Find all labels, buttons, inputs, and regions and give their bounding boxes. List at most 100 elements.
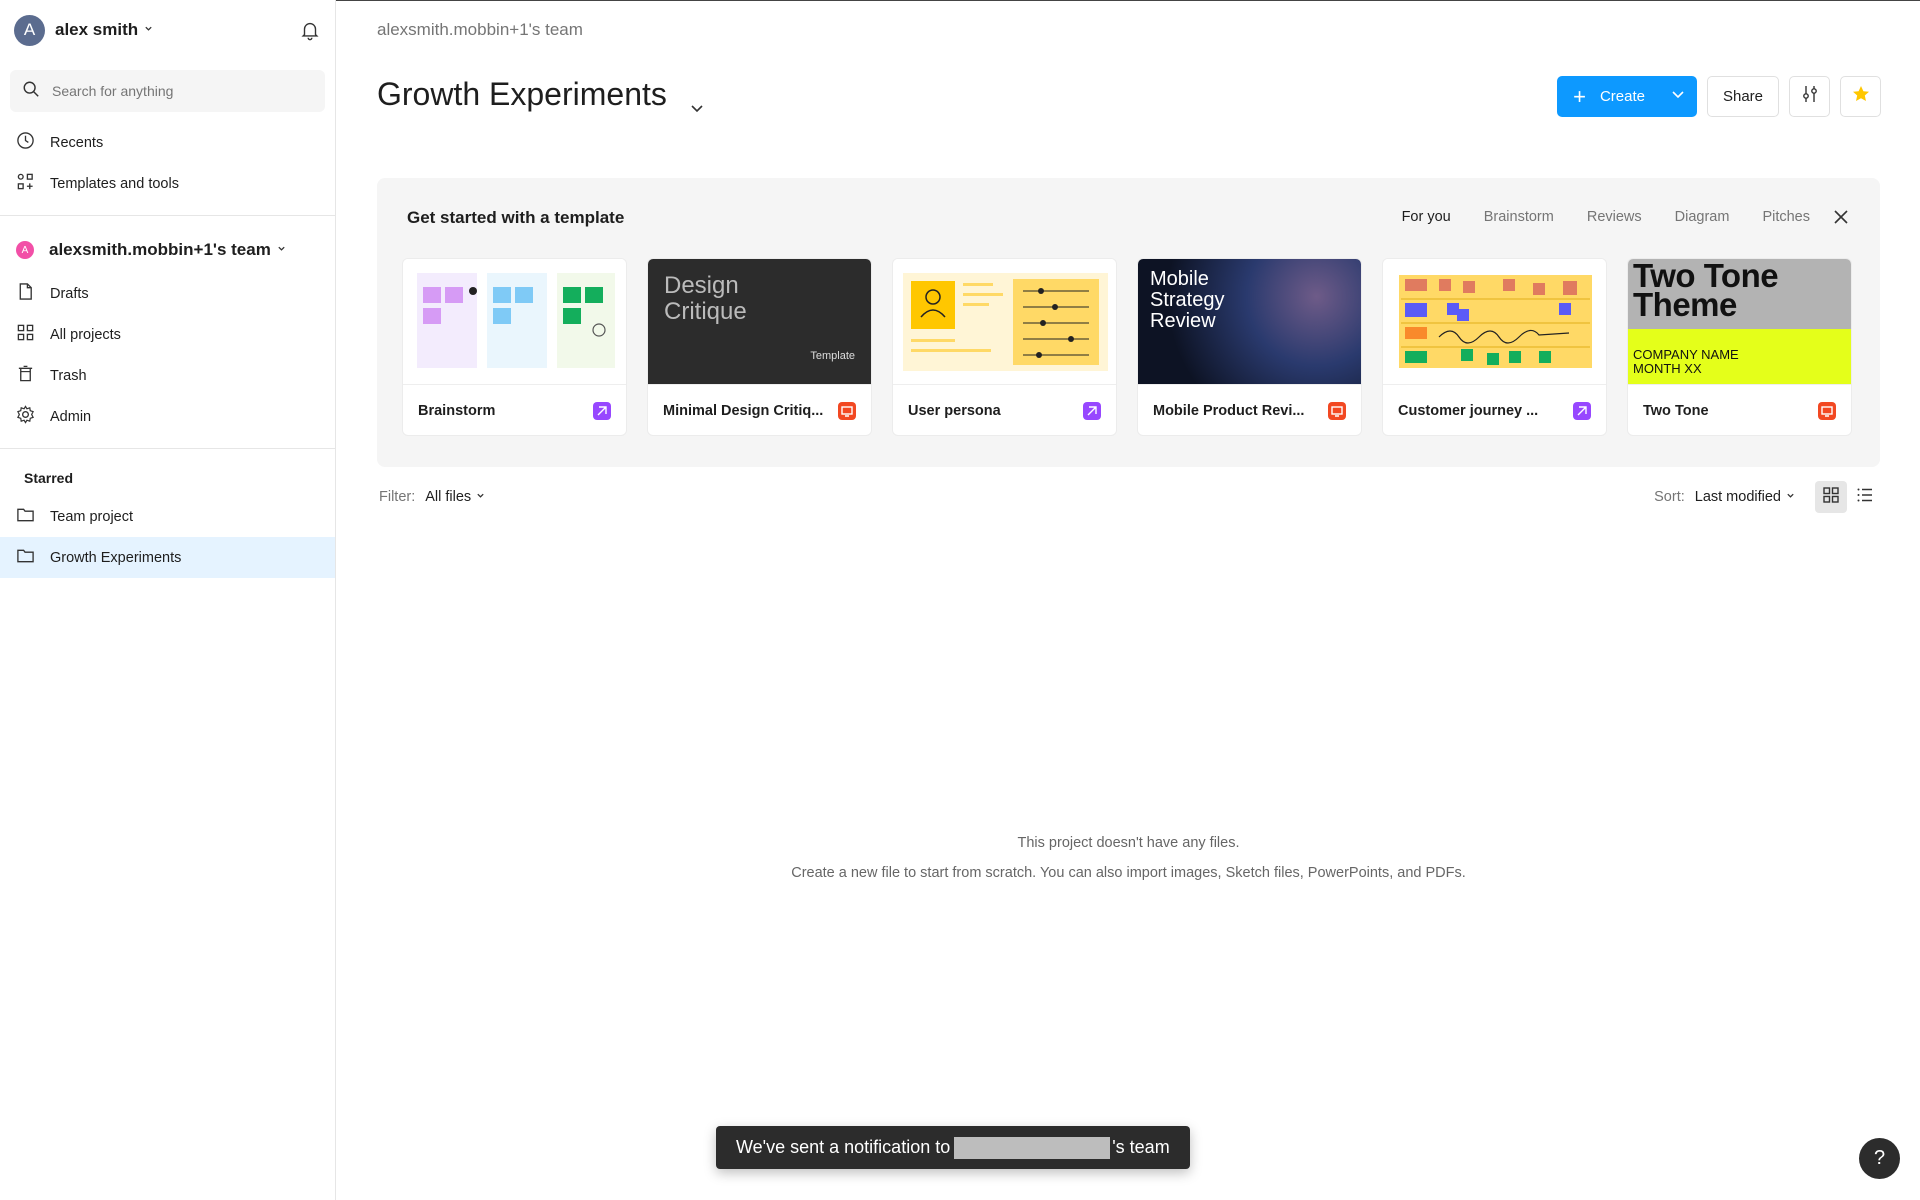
nav-item-trash[interactable]: Trash <box>0 355 335 396</box>
nav-item-recents[interactable]: Recents <box>0 122 335 163</box>
tab-diagram[interactable]: Diagram <box>1675 209 1730 225</box>
list-view-button[interactable] <box>1849 481 1881 513</box>
filter-value: All files <box>425 489 472 505</box>
starred-item-growth-experiments[interactable]: Growth Experiments <box>0 537 335 578</box>
toolbar: + Create Share <box>1557 76 1881 117</box>
team-switcher[interactable]: A alexsmith.mobbin+1's team <box>0 227 335 273</box>
thumbnail-subtitle: Template <box>810 350 855 362</box>
template-panel: Get started with a template For you Brai… <box>377 178 1880 467</box>
template-name: Mobile Product Revi... <box>1153 403 1305 419</box>
tab-pitches[interactable]: Pitches <box>1762 209 1810 225</box>
slides-icon <box>1818 402 1836 420</box>
template-thumbnail <box>1383 259 1606 384</box>
clock-icon <box>16 131 35 154</box>
file-icon <box>16 282 35 305</box>
starred-section-title: Starred <box>24 470 74 486</box>
notification-toast: We've sent a notification to 's team <box>716 1126 1190 1169</box>
star-icon <box>1851 84 1871 109</box>
thumbnail-subtitle: COMPANY NAME MONTH XX <box>1633 347 1739 376</box>
bell-icon[interactable] <box>299 19 321 41</box>
sort-label: Sort: <box>1654 489 1685 505</box>
search-icon <box>22 80 40 103</box>
template-card-footer: Mobile Product Revi... <box>1138 384 1361 435</box>
slides-icon <box>1328 402 1346 420</box>
close-icon[interactable] <box>1832 208 1850 226</box>
search-input[interactable] <box>52 83 302 99</box>
nav-item-admin[interactable]: Admin <box>0 396 335 437</box>
tab-reviews[interactable]: Reviews <box>1587 209 1642 225</box>
template-panel-title: Get started with a template <box>407 208 625 227</box>
sort-control: Sort: Last modified <box>1654 481 1881 513</box>
filter-control[interactable]: Filter: All files <box>379 489 485 505</box>
thumbnail-title: Two Tone Theme <box>1633 259 1779 323</box>
sliders-icon <box>1800 84 1820 109</box>
star-button[interactable] <box>1840 76 1881 117</box>
chevron-down-icon <box>1786 491 1795 503</box>
template-card-two-tone[interactable]: Two Tone Theme COMPANY NAME MONTH XX Two… <box>1627 258 1852 436</box>
nav-item-label: Admin <box>50 408 92 425</box>
template-card-brainstorm[interactable]: Brainstorm <box>402 258 627 436</box>
template-thumbnail: Mobile Strategy Review <box>1138 259 1361 384</box>
figjam-icon <box>1083 402 1101 420</box>
template-card-footer: Two Tone <box>1628 384 1851 435</box>
template-card-footer: User persona <box>893 384 1116 435</box>
tab-brainstorm[interactable]: Brainstorm <box>1484 209 1554 225</box>
empty-state-title: This project doesn't have any files. <box>1017 835 1240 851</box>
user-avatar: A <box>14 14 45 46</box>
help-button[interactable]: ? <box>1859 1138 1900 1179</box>
create-main[interactable]: + Create <box>1557 76 1659 117</box>
search-bar[interactable] <box>10 70 325 112</box>
slides-icon <box>838 402 856 420</box>
chevron-down-icon <box>1671 87 1685 106</box>
chevron-down-icon <box>277 244 286 256</box>
sidebar: A alex smith Recents Templates and tools… <box>0 0 336 1200</box>
filter-label: Filter: <box>379 489 416 505</box>
grid-view-button[interactable] <box>1815 481 1847 513</box>
team-name: alexsmith.mobbin+1's team <box>49 240 271 259</box>
sort-value[interactable]: Last modified <box>1695 489 1781 505</box>
create-dropdown-button[interactable] <box>1659 76 1697 117</box>
tab-for-you[interactable]: For you <box>1402 209 1451 225</box>
template-name: Brainstorm <box>418 403 496 419</box>
nav-item-all-projects[interactable]: All projects <box>0 314 335 355</box>
template-card-footer: Minimal Design Critiq... <box>648 384 871 435</box>
template-name: User persona <box>908 403 1001 419</box>
share-button[interactable]: Share <box>1706 76 1779 117</box>
breadcrumb[interactable]: alexsmith.mobbin+1's team <box>377 20 583 40</box>
toast-prefix: We've sent a notification to <box>736 1137 951 1157</box>
empty-state-description: Create a new file to start from scratch.… <box>791 865 1466 881</box>
template-card-design-critique[interactable]: Design Critique Template Minimal Design … <box>647 258 872 436</box>
toast-suffix: 's team <box>1112 1137 1170 1157</box>
folder-icon <box>16 546 35 569</box>
template-name: Minimal Design Critiq... <box>663 403 824 419</box>
nav-item-label: Templates and tools <box>50 175 179 192</box>
nav-item-templates[interactable]: Templates and tools <box>0 163 335 204</box>
create-label: Create <box>1599 88 1645 105</box>
divider <box>0 448 335 449</box>
redacted-text <box>954 1136 1111 1159</box>
grid-view-icon <box>1822 486 1840 508</box>
folder-icon <box>16 505 35 528</box>
chevron-down-icon <box>144 24 153 36</box>
templates-icon <box>16 172 35 195</box>
gear-icon <box>16 405 35 428</box>
thumbnail-title: Mobile Strategy Review <box>1150 268 1225 332</box>
template-card-customer-journey[interactable]: Customer journey ... <box>1382 258 1607 436</box>
trash-icon <box>16 364 35 387</box>
template-cards: Brainstorm Design Critique Template Mini… <box>402 258 1852 436</box>
thumbnail-title: Design Critique <box>664 272 747 325</box>
plus-icon: + <box>1573 83 1586 109</box>
settings-button[interactable] <box>1789 76 1830 117</box>
template-card-mobile-review[interactable]: Mobile Strategy Review Mobile Product Re… <box>1137 258 1362 436</box>
list-view-icon <box>1856 486 1874 508</box>
template-card-footer: Brainstorm <box>403 384 626 435</box>
create-button[interactable]: + Create <box>1557 76 1697 117</box>
user-menu[interactable]: A alex smith <box>0 0 335 60</box>
nav-item-drafts[interactable]: Drafts <box>0 273 335 314</box>
nav-item-label: Recents <box>50 134 104 151</box>
template-card-user-persona[interactable]: User persona <box>892 258 1117 436</box>
template-thumbnail <box>403 259 626 384</box>
project-title-menu[interactable]: Growth Experiments <box>377 76 705 113</box>
user-name: alex smith <box>55 20 139 39</box>
starred-item-team-project[interactable]: Team project <box>0 496 335 537</box>
